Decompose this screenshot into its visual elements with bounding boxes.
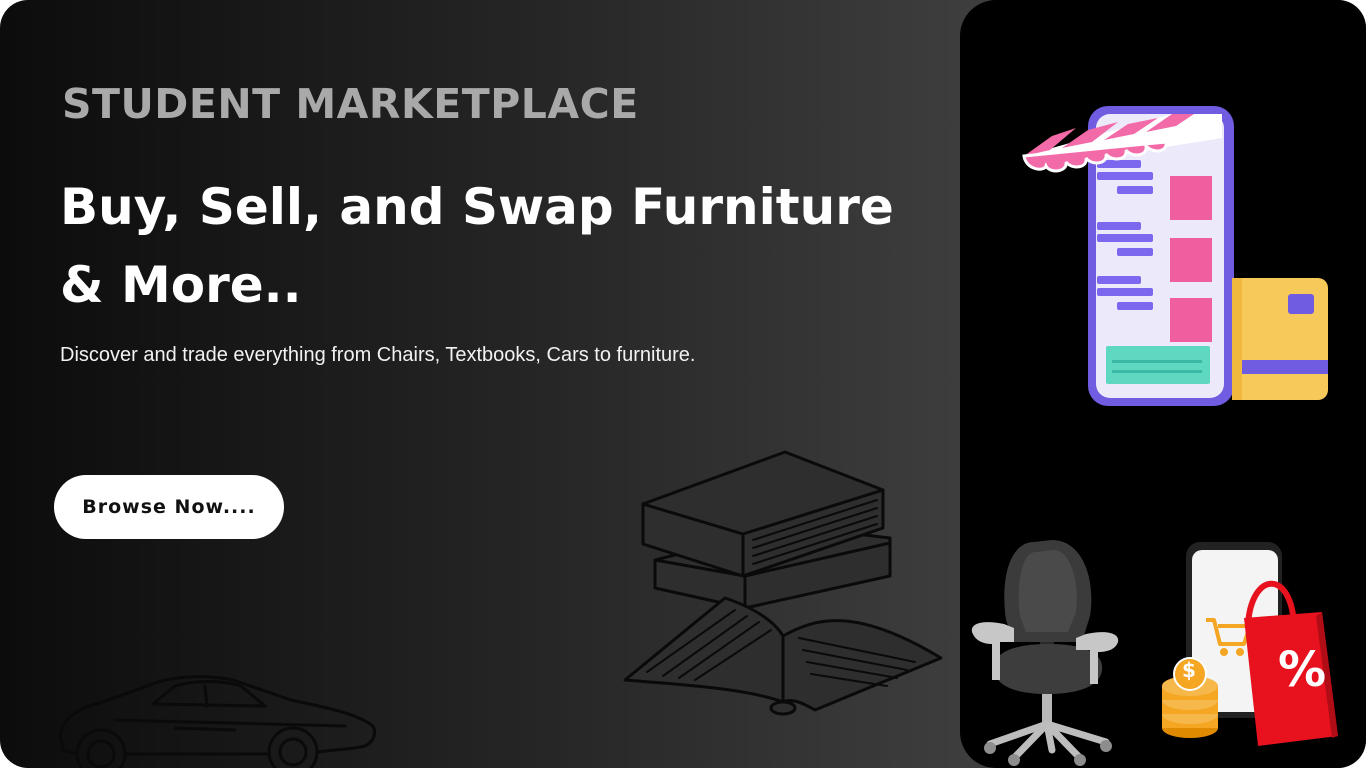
headline-line-2: & More.. [60, 256, 302, 314]
illustration-panel: % $ [960, 0, 1366, 768]
hero-banner: STUDENT MARKETPLACE Buy, Sell, and Swap … [0, 0, 1366, 768]
car-sketch-icon [58, 675, 377, 768]
office-chair-icon [971, 540, 1119, 766]
coin-symbol: $ [1182, 658, 1196, 682]
browse-now-button[interactable]: Browse Now.... [54, 475, 284, 539]
headline-line-1: Buy, Sell, and Swap Furniture [60, 178, 894, 236]
discount-symbol: % [1278, 642, 1327, 698]
hero-headline: Buy, Sell, and Swap Furniture & More.. [60, 168, 920, 324]
books-sketch-icon [623, 450, 943, 716]
hero-subtitle: Discover and trade everything from Chair… [60, 344, 696, 366]
storefront-phone-icon [1022, 106, 1234, 406]
eyebrow-title: STUDENT MARKETPLACE [62, 80, 639, 128]
credit-card-icon [1232, 278, 1328, 400]
